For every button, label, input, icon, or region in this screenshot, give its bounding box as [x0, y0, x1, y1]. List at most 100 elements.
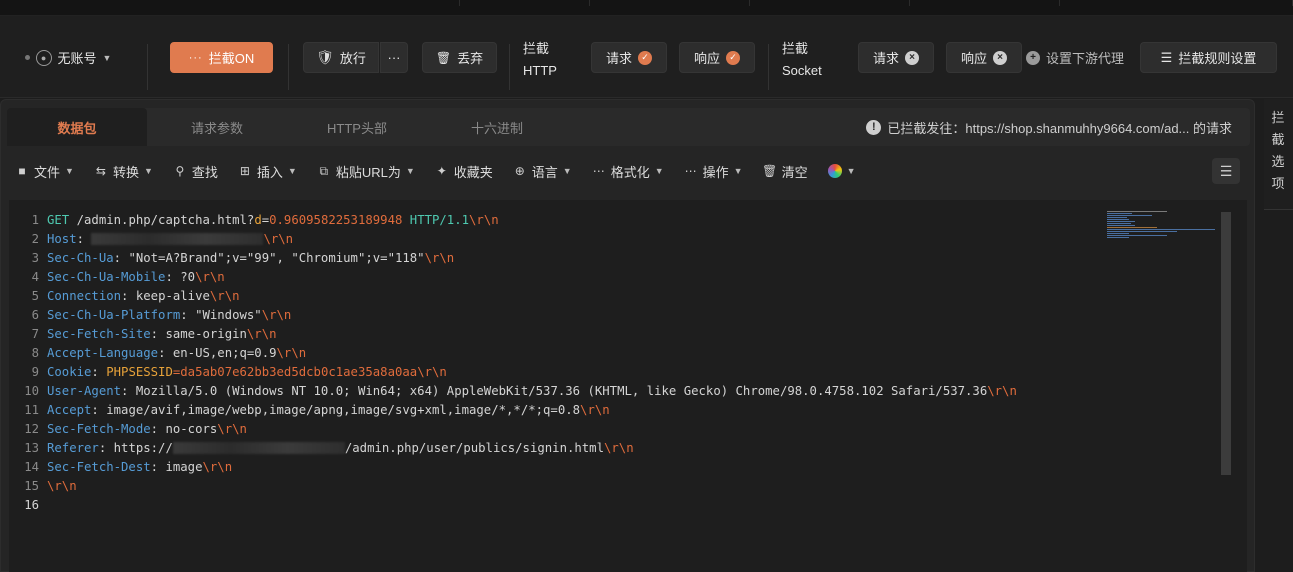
code-line: 10 User-Agent: Mozilla/5.0 (Windows NT 1…: [9, 381, 1099, 400]
line-number: 6: [31, 307, 39, 322]
header-name: Host: [47, 231, 77, 246]
search-icon: ⚲: [175, 164, 185, 178]
status-dot: [24, 55, 30, 60]
line-number: 15: [24, 478, 39, 493]
line-number: 13: [24, 440, 39, 455]
sliders-icon: ☰: [1219, 162, 1233, 179]
code-line: 8 Accept-Language: en-US,en;q=0.9\r\n: [9, 343, 1099, 362]
downstream-proxy-label: 设置下游代理: [1045, 51, 1124, 66]
header-name: Sec-Fetch-Site: [47, 326, 151, 341]
http-group-line2: HTTP: [523, 63, 557, 78]
crlf-marker: \r\n: [195, 269, 225, 284]
more-options-button[interactable]: ···: [380, 42, 408, 73]
http-response-toggle[interactable]: 响应 ✓: [679, 42, 755, 73]
insert-menu[interactable]: ⊞ 插入 ▼: [238, 162, 297, 181]
intercept-toggle-button[interactable]: ··· 拦截ON: [170, 42, 273, 73]
editor-settings-button[interactable]: ☰: [1212, 158, 1240, 184]
socket-group-line2: Socket: [782, 63, 822, 78]
socket-request-toggle[interactable]: 请求 ×: [858, 42, 934, 73]
crlf-marker: \r\n: [987, 383, 1017, 398]
socket-response-toggle[interactable]: 响应 ×: [946, 42, 1022, 73]
minimap-line: [1107, 217, 1127, 218]
header-value: : ?0: [165, 269, 196, 284]
tab-request-params[interactable]: 请求参数: [147, 108, 287, 146]
language-menu[interactable]: ⊕ 语言 ▼: [513, 162, 572, 181]
crlf-marker: \r\n: [263, 231, 294, 246]
strip-segment: [590, 0, 750, 6]
crlf-marker: \r\n: [604, 440, 634, 455]
query-param-name: d: [254, 212, 262, 227]
downstream-proxy-button[interactable]: + 设置下游代理: [1020, 42, 1130, 73]
line-number: 4: [31, 269, 39, 284]
header-value: /admin.php/user/publics/signin.html: [344, 440, 604, 455]
account-selector[interactable]: ● 无账号 ▼: [12, 42, 124, 73]
clear-label: 清空: [781, 164, 808, 180]
file-menu[interactable]: ■ 文件 ▼: [15, 162, 74, 181]
header-value: : image: [150, 459, 203, 474]
find-button[interactable]: ⚲ 查找: [173, 162, 218, 181]
intercept-toolbar: ● 无账号 ▼ ··· 拦截ON 🛡 放行 ··· 🗑 丢弃 拦截 HTTP 请…: [0, 16, 1293, 98]
operation-menu-label: 操作: [702, 164, 729, 180]
line-number: 10: [24, 383, 39, 398]
socket-request-label: 请求: [872, 51, 899, 66]
find-label: 查找: [191, 164, 218, 180]
code-minimap[interactable]: [1107, 210, 1227, 242]
code-line: 9 Cookie: PHPSESSID=da5ab07e62bb3ed5dcb0…: [9, 362, 1099, 381]
divider: [147, 44, 148, 90]
globe-icon: ⊕: [514, 164, 525, 178]
minimap-line: [1107, 225, 1135, 226]
chevron-down-icon: ▼: [846, 166, 856, 176]
header-separator: :: [76, 231, 92, 246]
http-request-toggle[interactable]: 请求 ✓: [591, 42, 667, 73]
minimap-line: [1107, 223, 1131, 224]
code-editor[interactable]: 1 GET /admin.php/captcha.html?d=0.960958…: [9, 200, 1247, 572]
header-name: Accept: [47, 402, 92, 417]
intercept-options-side-tab[interactable]: 拦截选项: [1264, 99, 1293, 210]
sliders-icon: ☰: [1160, 49, 1173, 65]
crlf-marker: \r\n: [202, 459, 233, 474]
tab-hex[interactable]: 十六进制: [427, 108, 567, 146]
minimap-line: [1107, 233, 1129, 234]
line-number: 14: [24, 459, 39, 474]
header-value: : https://: [98, 440, 173, 455]
header-name: Sec-Ch-Ua-Mobile: [47, 269, 166, 284]
line-number: 12: [24, 421, 39, 436]
divider: [768, 44, 769, 90]
crlf-marker: \r\n: [424, 250, 455, 265]
http-response-label: 响应: [693, 51, 720, 66]
strip-segment: [460, 0, 590, 6]
dots-icon: ⋯: [684, 164, 697, 178]
operation-menu[interactable]: ⋯ 操作 ▼: [684, 162, 743, 181]
cookie-value: da5ab07e62bb3ed5dcb0c1ae35a8a0aa: [180, 364, 418, 379]
paste-url-menu[interactable]: ⧉ 粘贴URL为 ▼: [317, 162, 415, 181]
tab-packet[interactable]: 数据包: [7, 108, 147, 146]
clear-button[interactable]: 🗑 清空: [762, 162, 808, 181]
vertical-scrollbar[interactable]: [1221, 212, 1231, 475]
convert-menu[interactable]: ⇆ 转换 ▼: [94, 162, 153, 181]
redacted-host: [172, 442, 345, 454]
discard-button[interactable]: 🗑 丢弃: [422, 42, 497, 73]
theme-color-menu[interactable]: ▼: [827, 164, 856, 178]
header-name: User-Agent: [47, 383, 122, 398]
format-menu-label: 格式化: [610, 164, 650, 180]
close-icon: ×: [993, 50, 1007, 65]
chevron-down-icon: ▼: [733, 166, 743, 176]
code-line: 12 Sec-Fetch-Mode: no-cors\r\n: [9, 419, 1099, 438]
crlf-marker: \r\n: [209, 288, 240, 303]
clipboard-icon: ⧉: [319, 163, 329, 178]
intercept-rules-button[interactable]: ☰ 拦截规则设置: [1140, 42, 1277, 73]
favorites-button[interactable]: ✦ 收藏夹: [435, 162, 493, 181]
query-equals: =: [261, 212, 270, 227]
format-menu[interactable]: ⋯ 格式化 ▼: [592, 162, 664, 181]
convert-icon: ⇆: [95, 164, 106, 178]
http-group-label: 拦截 HTTP: [523, 38, 557, 82]
minimap-line: [1107, 235, 1167, 236]
http-protocol: HTTP/1.1: [402, 212, 470, 227]
header-value: : no-cors: [150, 421, 218, 436]
chevron-down-icon: ▼: [65, 166, 74, 176]
chevron-down-icon: ▼: [143, 166, 153, 176]
release-button[interactable]: 🛡 放行: [303, 42, 379, 73]
language-menu-label: 语言: [531, 164, 558, 180]
header-name: Sec-Ch-Ua: [47, 250, 114, 265]
tab-http-headers[interactable]: HTTP头部: [287, 108, 427, 146]
